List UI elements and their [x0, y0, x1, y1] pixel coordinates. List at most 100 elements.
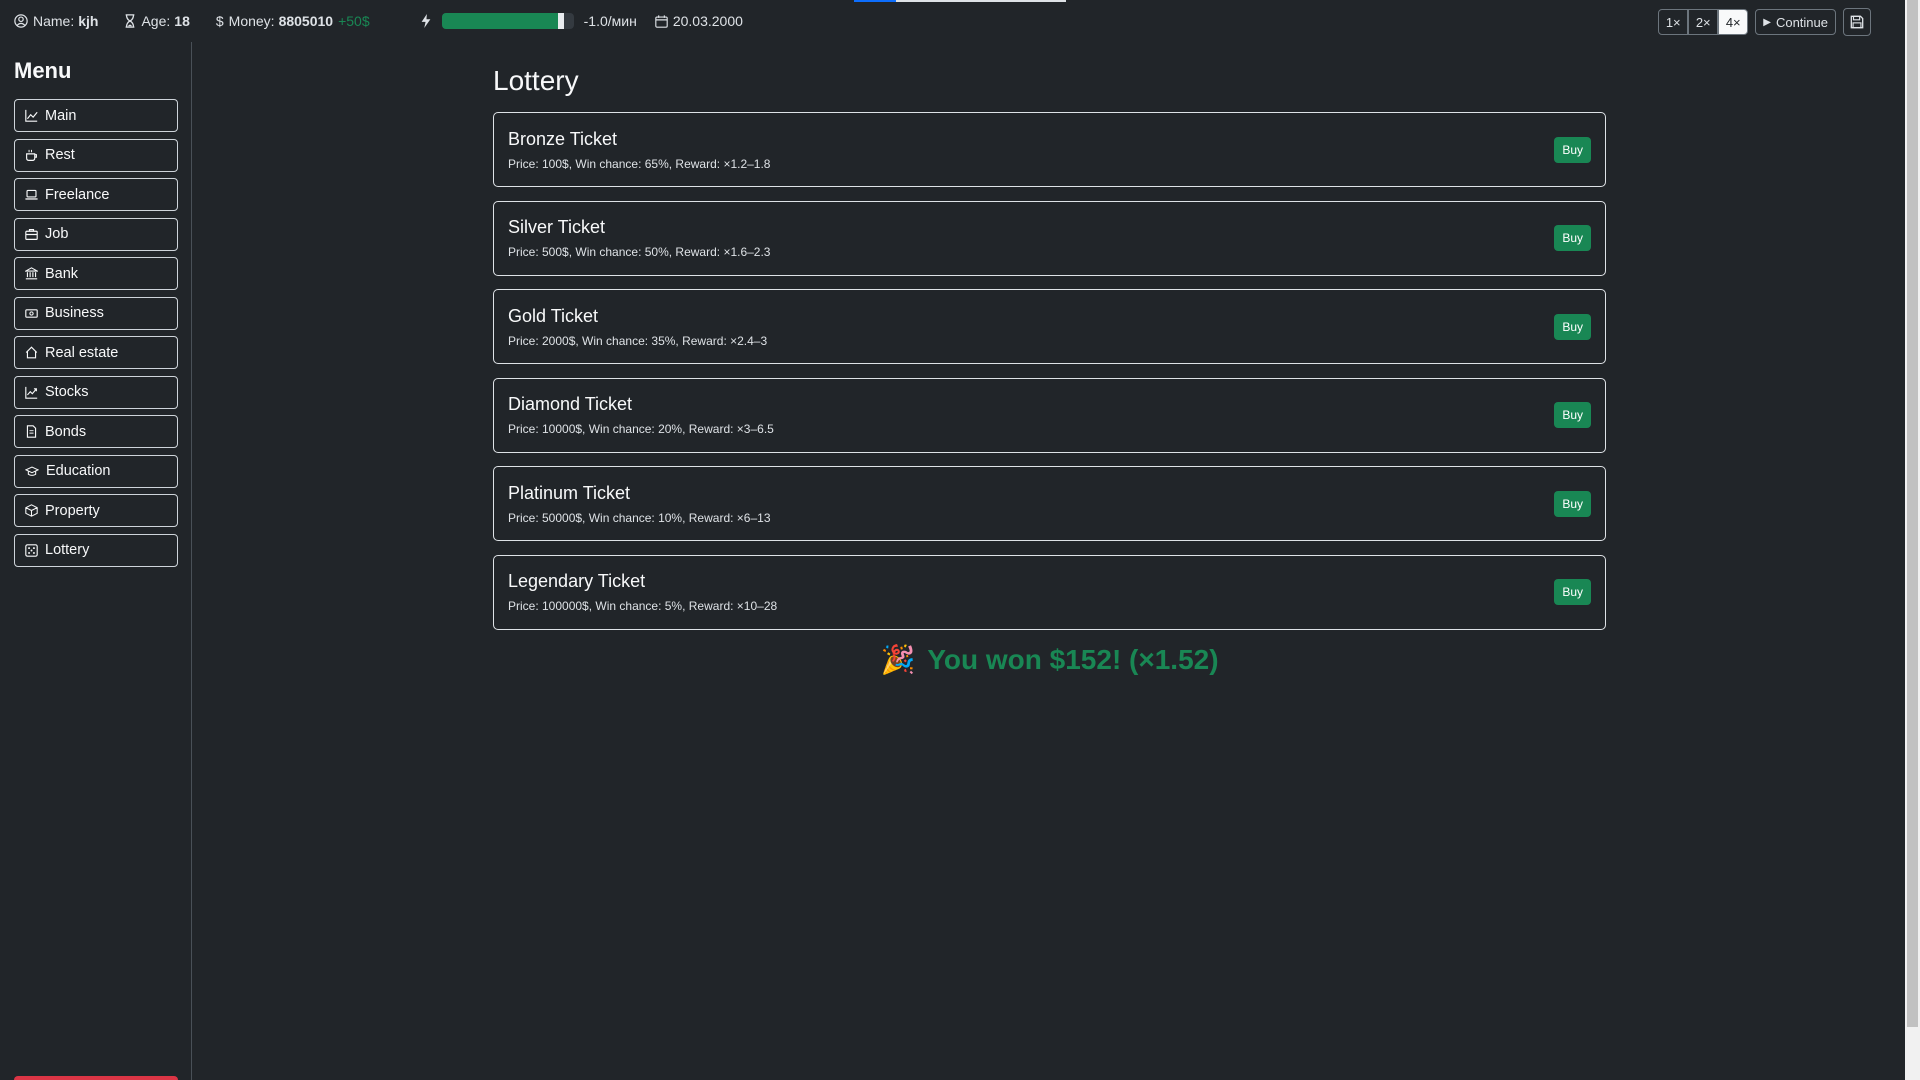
- coffee-icon: [26, 149, 37, 161]
- buy-platinum-button[interactable]: Buy: [1554, 490, 1591, 517]
- graph-up-icon: [25, 386, 38, 399]
- ticket-info: Bronze Ticket Price: 100$, Win chance: 6…: [508, 129, 770, 171]
- ticket-info: Gold Ticket Price: 2000$, Win chance: 35…: [508, 306, 767, 348]
- buy-legendary-button[interactable]: Buy: [1554, 579, 1591, 605]
- sidebar-item-freelance[interactable]: Freelance: [14, 178, 178, 211]
- buy-bronze-button[interactable]: Buy: [1554, 136, 1591, 163]
- sidebar-item-lottery[interactable]: Lottery: [14, 533, 178, 567]
- ticket-info: Platinum Ticket Price: 50000$, Win chanc…: [508, 483, 771, 525]
- status-header: Name: kjh Age: 18 $ Money: 8805010 +50$ …: [0, 0, 1905, 42]
- party-popper-icon: 🎉: [880, 644, 916, 675]
- money-stat: $ Money: 8805010 +50$: [216, 13, 370, 29]
- sidebar-item-business[interactable]: Business: [14, 296, 178, 330]
- sidebar-item-label: Bank: [45, 265, 79, 282]
- lightning-icon: [421, 14, 431, 28]
- hourglass-icon: [126, 14, 135, 28]
- ticket-description: Price: 2000$, Win chance: 35%, Reward: ×…: [508, 333, 768, 348]
- game-controls: 1× 2× 4× ▶ Continue: [1658, 8, 1871, 36]
- ticket-card-silver: Silver Ticket Price: 500$, Win chance: 5…: [493, 200, 1606, 276]
- buy-gold-button[interactable]: Buy: [1554, 313, 1591, 340]
- briefcase-icon: [25, 228, 38, 240]
- ticket-card-legendary: Legendary Ticket Price: 100000$, Win cha…: [493, 554, 1606, 630]
- age-stat: Age: 18: [124, 13, 190, 29]
- page-scrollbar[interactable]: [1905, 0, 1920, 1080]
- energy-stat: -1.0/мин: [420, 13, 637, 29]
- scrollbar-thumb[interactable]: [1907, 0, 1918, 1027]
- ticket-info: Silver Ticket Price: 500$, Win chance: 5…: [508, 217, 770, 259]
- sidebar-item-label: Real estate: [45, 344, 119, 361]
- sidebar-item-bonds[interactable]: Bonds: [14, 415, 178, 448]
- win-message-text: You won $152! (×1.52): [927, 643, 1219, 675]
- continue-label: Continue: [1775, 14, 1828, 30]
- sidebar-item-label: Stocks: [45, 384, 89, 400]
- page-title: Lottery: [493, 65, 579, 96]
- main-content: Lottery Bronze Ticket Price: 100$, Win c…: [493, 42, 1606, 676]
- sidebar-item-label: Freelance: [45, 186, 110, 203]
- ticket-name: Gold Ticket: [508, 305, 599, 326]
- bank-icon: [25, 267, 38, 280]
- ticket-name: Diamond Ticket: [508, 394, 633, 414]
- money-value: 8805010: [278, 13, 334, 29]
- speed-2x-button[interactable]: 2×: [1688, 9, 1719, 35]
- buy-diamond-button[interactable]: Buy: [1554, 402, 1591, 428]
- box-icon: [25, 504, 38, 517]
- name-stat: Name: kjh: [14, 13, 98, 29]
- ticket-info: Diamond Ticket Price: 10000$, Win chance…: [508, 394, 774, 436]
- ticket-description: Price: 500$, Win chance: 50%, Reward: ×1…: [508, 245, 771, 259]
- speed-selector: 1× 2× 4×: [1658, 9, 1749, 35]
- ticket-name: Bronze Ticket: [508, 128, 618, 149]
- sidebar-item-label: Education: [46, 463, 111, 479]
- ticket-name: Platinum Ticket: [508, 482, 631, 503]
- ticket-name: Silver Ticket: [508, 217, 606, 237]
- save-button[interactable]: [1843, 8, 1871, 36]
- ticket-name: Legendary Ticket: [508, 571, 646, 591]
- menu-title: Menu: [14, 58, 72, 83]
- sidebar-item-label: Bonds: [45, 423, 87, 440]
- sidebar-item-bank[interactable]: Bank: [14, 257, 178, 290]
- sidebar-item-label: Lottery: [45, 542, 90, 558]
- play-icon: ▶: [1763, 16, 1771, 28]
- sidebar-item-real-estate[interactable]: Real estate: [14, 336, 178, 369]
- cash-icon: [25, 308, 38, 318]
- sidebar-item-property[interactable]: Property: [14, 494, 178, 527]
- speed-1x-button[interactable]: 1×: [1658, 9, 1689, 35]
- sidebar-item-rest[interactable]: Rest: [14, 138, 178, 172]
- ticket-description: Price: 10000$, Win chance: 20%, Reward: …: [508, 422, 774, 436]
- mortarboard-icon: [25, 465, 39, 476]
- ticket-description: Price: 100000$, Win chance: 5%, Reward: …: [508, 599, 778, 613]
- name-value: kjh: [78, 13, 99, 29]
- user-circle-icon: [14, 14, 28, 28]
- ticket-card-diamond: Diamond Ticket Price: 10000$, Win chance…: [493, 377, 1606, 453]
- speed-4x-button[interactable]: 4×: [1718, 9, 1749, 35]
- house-icon: [25, 346, 38, 359]
- ticket-card-bronze: Bronze Ticket Price: 100$, Win chance: 6…: [493, 112, 1606, 187]
- sidebar-item-label: Property: [45, 502, 100, 519]
- age-value: 18: [174, 13, 190, 29]
- sidebar-item-job[interactable]: Job: [14, 217, 178, 251]
- date-stat: 20.03.2000: [655, 13, 743, 29]
- dice-icon: [25, 543, 38, 557]
- buy-silver-button[interactable]: Buy: [1554, 225, 1591, 251]
- reset-button[interactable]: [14, 1076, 178, 1080]
- sidebar-item-education[interactable]: Education: [14, 454, 178, 488]
- current-date: 20.03.2000: [672, 13, 743, 29]
- energy-rate: -1.0/мин: [583, 13, 637, 29]
- sidebar-item-main[interactable]: Main: [14, 99, 178, 132]
- ticket-card-gold: Gold Ticket Price: 2000$, Win chance: 35…: [493, 289, 1606, 364]
- money-label: Money:: [228, 13, 275, 29]
- win-message: 🎉 You won $152! (×1.52): [493, 643, 1606, 676]
- ticket-description: Price: 50000$, Win chance: 10%, Reward: …: [508, 510, 771, 525]
- floppy-disk-icon: [1850, 15, 1864, 29]
- name-label: Name:: [33, 13, 75, 29]
- chart-line-icon: [25, 109, 38, 122]
- money-delta: +50$: [338, 13, 370, 29]
- dollar-icon: $: [215, 13, 224, 29]
- ticket-card-platinum: Platinum Ticket Price: 50000$, Win chanc…: [493, 466, 1606, 541]
- energy-fill: [441, 13, 565, 29]
- calendar-icon: [655, 14, 668, 28]
- continue-button[interactable]: ▶ Continue: [1755, 9, 1836, 35]
- sidebar-item-label: Job: [45, 226, 69, 242]
- laptop-icon: [25, 189, 38, 200]
- sidebar-item-stocks[interactable]: Stocks: [14, 375, 178, 409]
- ticket-info: Legendary Ticket Price: 100000$, Win cha…: [508, 571, 777, 613]
